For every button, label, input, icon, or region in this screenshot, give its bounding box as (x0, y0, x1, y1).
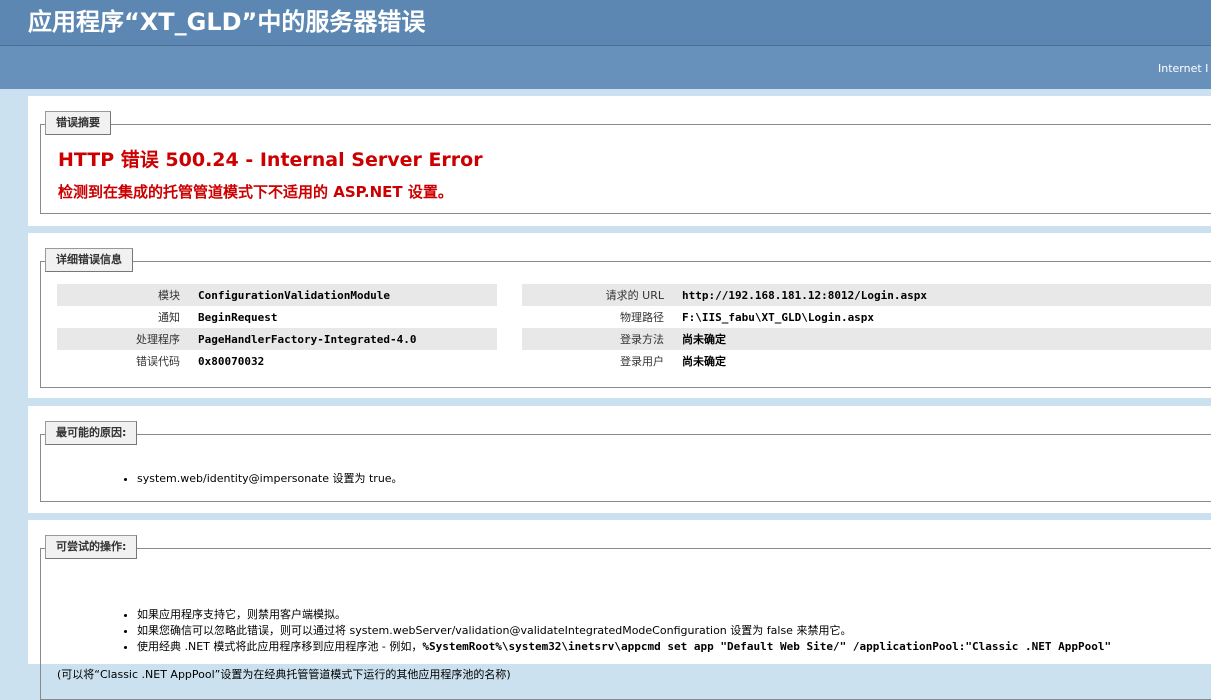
list-item: 如果应用程序支持它，则禁用客户端模拟。 (137, 607, 1111, 623)
error-summary-panel: 错误摘要 HTTP 错误 500.24 - Internal Server Er… (28, 96, 1211, 226)
list-item: 使用经典 .NET 模式将此应用程序移到应用程序池 - 例如，%SystemRo… (137, 639, 1111, 655)
app-pool-note: (可以将“Classic .NET AppPool”设置为在经典托管管道模式下运… (57, 668, 511, 681)
detail-value: http://192.168.181.12:8012/Login.aspx (674, 284, 1211, 306)
things-to-try-legend: 可尝试的操作: (45, 535, 138, 559)
error-title: HTTP 错误 500.24 - Internal Server Error (58, 149, 483, 171)
detailed-error-panel: 详细错误信息 模块 ConfigurationValidationModule … (28, 233, 1211, 398)
detail-label: 处理程序 (57, 328, 190, 350)
detail-row: 登录方法 尚未确定 (522, 328, 1211, 350)
detail-value: BeginRequest (198, 310, 278, 324)
detail-label: 请求的 URL (522, 284, 674, 306)
detail-value: 尚未确定 (682, 355, 726, 368)
detailed-error-fieldset: 详细错误信息 模块 ConfigurationValidationModule … (40, 248, 1211, 388)
page-header: 应用程序“XT_GLD”中的服务器错误 (0, 0, 1211, 45)
detail-label: 登录用户 (620, 355, 664, 368)
detailed-error-legend: 详细错误信息 (45, 248, 133, 272)
detail-row: 登录用户 尚未确定 (522, 350, 1211, 372)
things-to-try-fieldset: 可尝试的操作: 如果应用程序支持它，则禁用客户端模拟。 如果您确信可以忽略此错误… (40, 535, 1211, 700)
server-label: Internet I (1158, 62, 1209, 75)
detail-label: 错误代码 (136, 355, 180, 368)
detail-label: 物理路径 (620, 311, 664, 324)
detail-row: 处理程序 PageHandlerFactory-Integrated-4.0 (57, 328, 497, 350)
detail-row: 请求的 URL http://192.168.181.12:8012/Login… (522, 284, 1211, 306)
detail-value: 尚未确定 (674, 328, 1211, 350)
actions-list: 如果应用程序支持它，则禁用客户端模拟。 如果您确信可以忽略此错误，则可以通过将 … (125, 607, 1111, 655)
list-item: system.web/identity@impersonate 设置为 true… (137, 471, 403, 487)
things-to-try-panel: 可尝试的操作: 如果应用程序支持它，则禁用客户端模拟。 如果您确信可以忽略此错误… (28, 520, 1211, 700)
likely-causes-fieldset: 最可能的原因: system.web/identity@impersonate … (40, 421, 1211, 502)
likely-causes-panel: 最可能的原因: system.web/identity@impersonate … (28, 406, 1211, 513)
page-title: 应用程序“XT_GLD”中的服务器错误 (28, 8, 426, 36)
detail-row: 通知 BeginRequest (57, 306, 497, 328)
likely-causes-legend: 最可能的原因: (45, 421, 138, 445)
detail-label: 模块 (57, 284, 190, 306)
detail-value: F:\IIS_fabu\XT_GLD\Login.aspx (682, 310, 875, 324)
list-item: 如果您确信可以忽略此错误，则可以通过将 system.webServer/val… (137, 623, 1111, 639)
action-text: 使用经典 .NET 模式将此应用程序移到应用程序池 - 例如， (137, 640, 423, 653)
detail-label: 登录方法 (522, 328, 674, 350)
detail-row: 错误代码 0x80070032 (57, 350, 497, 372)
detail-table-right: 请求的 URL http://192.168.181.12:8012/Login… (522, 284, 1211, 372)
detail-label: 通知 (158, 311, 180, 324)
server-bar: Internet I (0, 45, 1211, 89)
error-subtitle: 检测到在集成的托管管道模式下不适用的 ASP.NET 设置。 (58, 183, 453, 201)
detail-value: 0x80070032 (198, 354, 265, 368)
appcmd-command: %SystemRoot%\system32\inetsrv\appcmd set… (422, 640, 1112, 653)
detail-value: ConfigurationValidationModule (190, 284, 497, 306)
detail-row: 模块 ConfigurationValidationModule (57, 284, 497, 306)
causes-list: system.web/identity@impersonate 设置为 true… (125, 471, 403, 487)
error-summary-fieldset: 错误摘要 HTTP 错误 500.24 - Internal Server Er… (40, 111, 1211, 214)
detail-row: 物理路径 F:\IIS_fabu\XT_GLD\Login.aspx (522, 306, 1211, 328)
error-summary-legend: 错误摘要 (45, 111, 111, 135)
detail-table-left: 模块 ConfigurationValidationModule 通知 Begi… (57, 284, 497, 372)
detail-value: PageHandlerFactory-Integrated-4.0 (190, 328, 497, 350)
